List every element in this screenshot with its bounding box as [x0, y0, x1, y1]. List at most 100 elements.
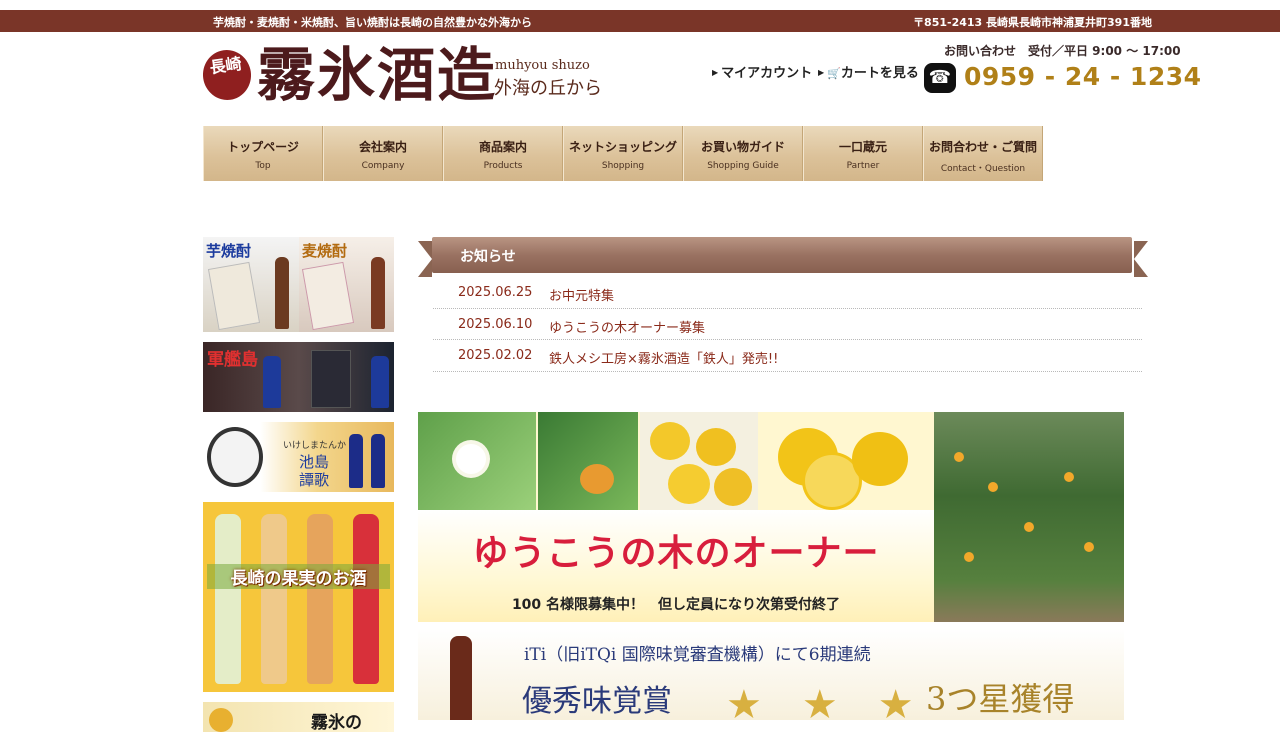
arrow-right-icon: ▶ [712, 68, 719, 77]
fruit-dot [954, 452, 964, 462]
bottle-image [261, 514, 287, 684]
bottle-image [450, 636, 472, 720]
muhyou-banner[interactable]: 霧氷の [203, 702, 394, 732]
ikeshima-logo-image [207, 427, 263, 487]
news-date: 2025.06.25 [458, 285, 533, 300]
flower-image [456, 444, 486, 474]
yuko-headline: ゆうこうの木のオーナー [472, 533, 880, 574]
telephone-icon: ☎ [924, 63, 956, 93]
fruit-image [696, 428, 736, 466]
bottle-image [275, 257, 289, 329]
bottle-label-image [207, 261, 261, 331]
ikeshima-kana: いけしまたんか [283, 441, 347, 451]
fruit-dot [964, 552, 974, 562]
yuko-fruit-pile-photo [640, 412, 758, 510]
nav-label: お問合わせ・ご質問 [928, 140, 1037, 154]
ribbon-tail-right [1134, 241, 1148, 277]
bottle-image [349, 434, 363, 488]
fruit-image [852, 432, 908, 486]
fruit-liqueur-banner[interactable]: 長崎の果実のお酒 [203, 502, 394, 692]
nav-sublabel: Contact・Question [940, 164, 1026, 174]
nav-shopping-guide[interactable]: お買い物ガイド Shopping Guide [683, 126, 803, 181]
fruit-liqueur-title: 長崎の果実のお酒 [207, 564, 390, 589]
yuko-text-panel: ゆうこうの木のオーナー 100 名様限募集中！ 但し定員になり次第受付終了 [418, 510, 934, 622]
nav-label: 商品案内 [478, 140, 527, 154]
gift-box-image [311, 350, 351, 408]
nav-shopping[interactable]: ネットショッピング Shopping [563, 126, 683, 181]
arrow-right-icon: ▶ [818, 68, 825, 77]
my-account-label: マイアカウント [721, 66, 813, 81]
nav-label: ネットショッピング [568, 140, 677, 154]
bottle-label-image [301, 261, 355, 331]
nav-sublabel: Products [483, 161, 523, 171]
ikeshima-subtitle: 譚歌 [299, 471, 330, 489]
yuko-flower-photo [418, 412, 536, 510]
view-cart-link[interactable]: ▶ 🛒カートを見る [818, 62, 919, 81]
nav-partner[interactable]: 一口蔵元 Partner [803, 126, 923, 181]
award-stars-icon: ★ ★ ★ [726, 682, 914, 720]
view-cart-label: カートを見る [840, 66, 919, 81]
nav-label: 会社案内 [358, 140, 407, 154]
contact-hours: お問い合わせ 受付／平日 9:00 ～ 17:00 [944, 44, 1181, 58]
gunkanjima-banner[interactable]: 軍艦島 [203, 342, 394, 412]
phone-number[interactable]: 0959 - 24 - 1234 [964, 62, 1202, 91]
cart-icon: 🛒 [827, 67, 841, 80]
shochu-banner[interactable]: 芋焼酎 麦焼酎 [203, 237, 394, 332]
site-logo[interactable]: 長崎 霧氷酒造 muhyou shuzo 外海の丘から [199, 40, 613, 110]
news-link[interactable]: お中元特集 [549, 285, 614, 304]
news-date: 2025.02.02 [458, 348, 533, 363]
news-item[interactable]: 2025.02.02 鉄人メシ工房×霧氷酒造「鉄人」発売!! [433, 340, 1142, 372]
my-account-link[interactable]: ▶ マイアカウント [712, 62, 812, 81]
nav-sublabel: Shopping [601, 161, 645, 171]
main-nav: トップページ Top 会社案内 Company 商品案内 Products ネッ… [203, 126, 1043, 181]
bottle-image [371, 356, 389, 408]
fruit-image [714, 468, 752, 506]
award-banner[interactable]: iTi（旧iTQi 国際味覚審査機構）にて6期連続 優秀味覚賞 ★ ★ ★ 3つ… [418, 628, 1124, 720]
news-link[interactable]: 鉄人メシ工房×霧氷酒造「鉄人」発売!! [549, 348, 778, 367]
citrus-image [209, 708, 233, 732]
mugi-label: 麦焼酎 [302, 242, 348, 260]
fruit-image [580, 464, 614, 494]
news-title: お知らせ [460, 249, 516, 265]
award-line-2: 優秀味覚賞 [522, 684, 672, 719]
yuko-owner-banner[interactable]: ゆうこうの木のオーナー 100 名様限募集中！ 但し定員になり次第受付終了 [418, 412, 1124, 622]
award-line-3: 3つ星獲得 [926, 680, 1075, 718]
bottle-image [353, 514, 379, 684]
imo-label: 芋焼酎 [206, 242, 252, 260]
yuko-tree-photo [934, 412, 1124, 622]
ribbon-tail-left [418, 241, 432, 277]
nav-sublabel: Top [255, 161, 271, 171]
fruit-image [650, 422, 690, 460]
nav-sublabel: Company [361, 161, 405, 171]
news-date: 2025.06.10 [458, 316, 533, 332]
nav-products[interactable]: 商品案内 Products [443, 126, 563, 181]
news-item[interactable]: 2025.06.10 ゆうこうの木オーナー募集 [433, 309, 1142, 340]
brand-romaji: muhyou shuzo [495, 58, 590, 73]
nav-contact[interactable]: お問合わせ・ご質問 Contact・Question [923, 126, 1043, 181]
bottle-image [371, 434, 385, 488]
nav-label: トップページ [227, 140, 299, 154]
nav-sublabel: Shopping Guide [707, 161, 779, 171]
news-item[interactable]: 2025.06.25 お中元特集 [433, 277, 1142, 309]
news-link[interactable]: ゆうこうの木オーナー募集 [549, 317, 705, 336]
fruit-dot [1024, 522, 1034, 532]
imo-shochu-panel: 芋焼酎 [203, 237, 299, 332]
nav-label: お買い物ガイド [700, 140, 785, 154]
nagasaki-seal: 長崎 [199, 46, 255, 104]
yuko-subtext: 100 名様限募集中！ 但し定員になり次第受付終了 [511, 597, 841, 613]
news-header: お知らせ [418, 237, 1148, 277]
fruit-dot [988, 482, 998, 492]
news-ribbon [432, 237, 1132, 273]
nav-label: 一口蔵元 [838, 140, 887, 154]
ikeshima-banner[interactable]: いけしまたんか 池島 譚歌 [203, 422, 394, 492]
brand-tagline: 外海の丘から [494, 78, 602, 99]
company-address: 〒851-2413 長崎県長崎市神浦夏井町391番地 [913, 16, 1152, 29]
site-tagline: 芋焼酎・麦焼酎・米焼酎、旨い焼酎は長崎の自然豊かな外海から [213, 16, 532, 29]
bottle-image [263, 356, 281, 408]
award-line-1: iTi（旧iTQi 国際味覚審査機構）にて6期連続 [524, 645, 871, 665]
nav-top[interactable]: トップページ Top [203, 126, 323, 181]
nav-company[interactable]: 会社案内 Company [323, 126, 443, 181]
mugi-shochu-panel: 麦焼酎 [299, 237, 394, 332]
fruit-image [668, 464, 710, 504]
top-bar: 芋焼酎・麦焼酎・米焼酎、旨い焼酎は長崎の自然豊かな外海から 〒851-2413 … [0, 10, 1280, 32]
